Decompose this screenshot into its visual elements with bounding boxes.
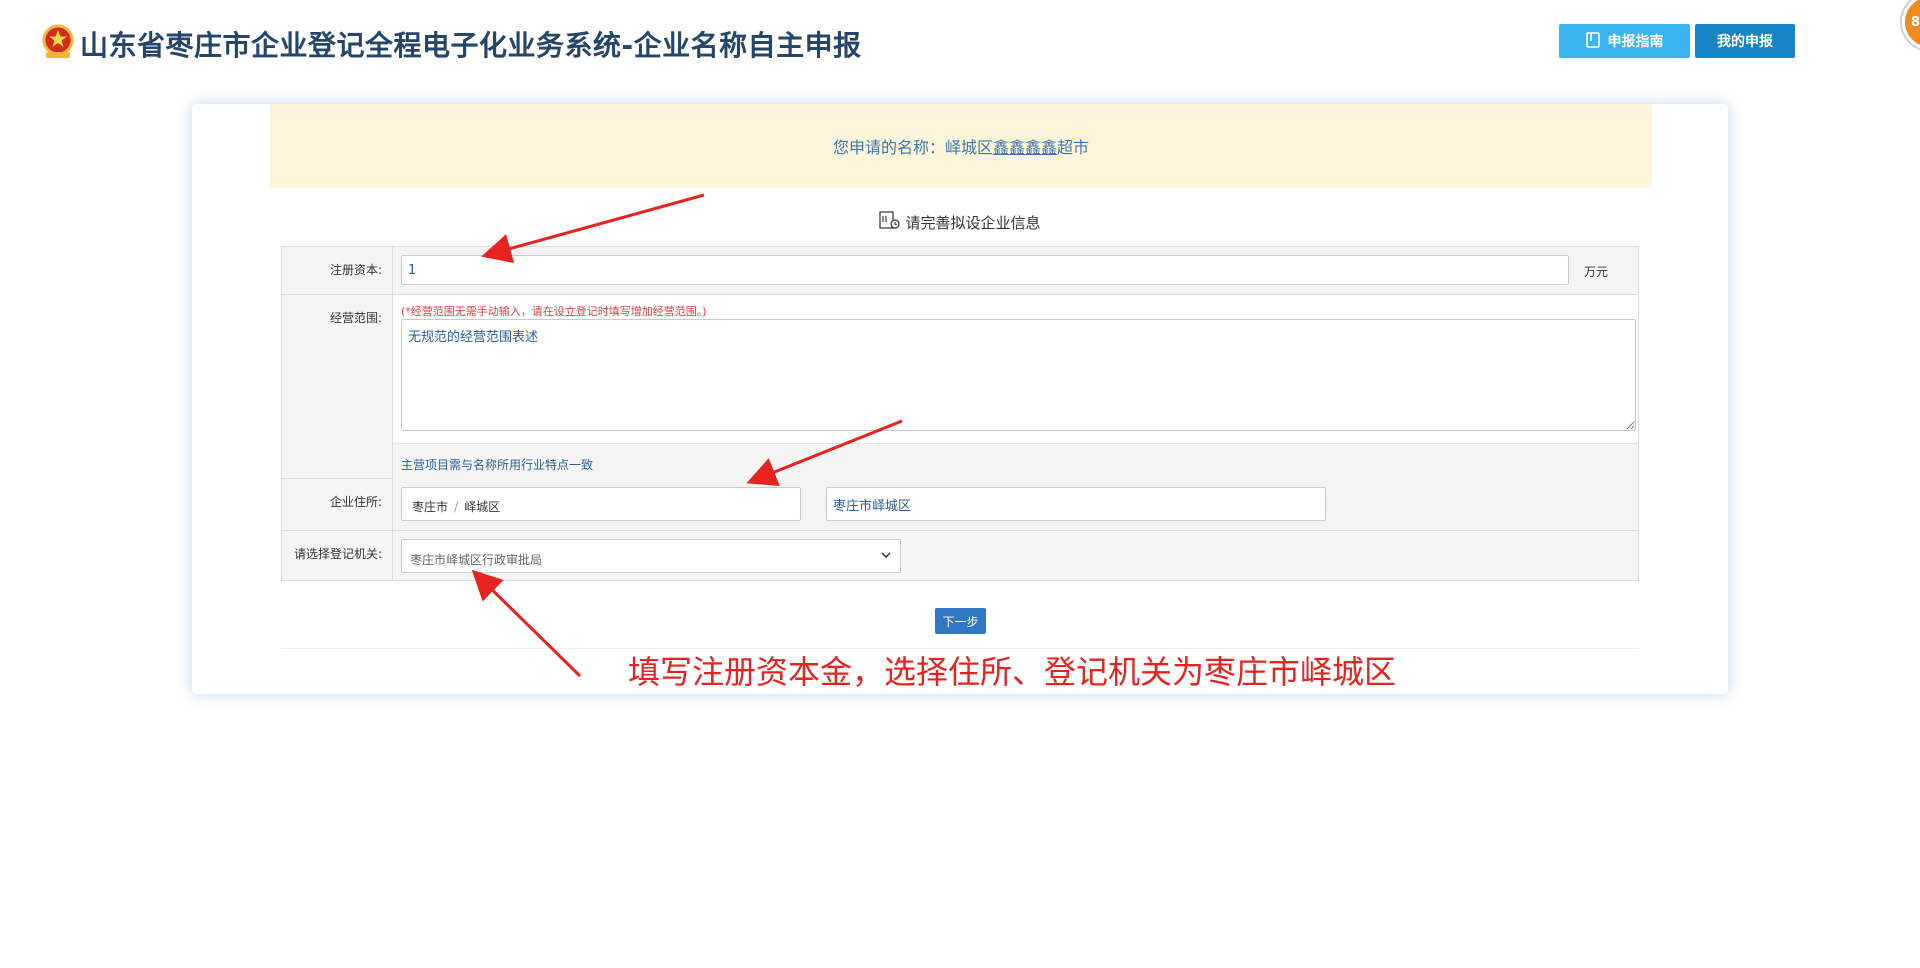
- form-row-authority: 请选择登记机关: 枣庄市峄城区行政审批局: [281, 530, 1639, 581]
- form-row-address: 企业住所: 枣庄市 / 峄城区: [281, 478, 1639, 531]
- company-info-icon: [879, 210, 901, 234]
- address-separator: /: [454, 500, 459, 514]
- section-title: 请完善拟设企业信息: [0, 210, 1920, 234]
- scope-textarea[interactable]: 无规范的经营范围表述: [401, 319, 1636, 431]
- form-row-capital: 注册资本: 万元: [281, 246, 1639, 295]
- chevron-down-icon: [880, 549, 892, 564]
- address-detail-input[interactable]: [826, 487, 1326, 521]
- applied-name-core: 鑫鑫鑫鑫: [993, 138, 1058, 157]
- page-title: 山东省枣庄市企业登记全程电子化业务系统-企业名称自主申报: [80, 29, 862, 62]
- company-info-form: 注册资本: 万元 经营范围: (*经营范围无需手动输入，请在设立登记时填写增加经…: [281, 246, 1639, 581]
- form-row-scope: 经营范围: (*经营范围无需手动输入，请在设立登记时填写增加经营范围。) 无规范…: [281, 294, 1639, 479]
- address-region-select[interactable]: 枣庄市 / 峄城区: [401, 487, 801, 521]
- address-label: 企业住所:: [281, 478, 393, 531]
- section-title-text: 请完善拟设企业信息: [905, 213, 1041, 232]
- capital-unit: 万元: [1584, 265, 1609, 279]
- book-icon: [1585, 31, 1600, 51]
- applied-name-banner: 您申请的名称： 峄城区 鑫鑫鑫鑫 超市: [270, 104, 1652, 188]
- capital-label: 注册资本:: [281, 246, 393, 295]
- authority-select[interactable]: 枣庄市峄城区行政审批局: [401, 539, 901, 573]
- instruction-annotation: 填写注册资本金，选择住所、登记机关为枣庄市峄城区: [628, 653, 1397, 691]
- authority-value: 枣庄市峄城区行政审批局: [410, 553, 543, 567]
- national-emblem-icon: [38, 22, 78, 62]
- next-step-button[interactable]: 下一步: [935, 608, 986, 634]
- scope-label: 经营范围:: [281, 294, 393, 479]
- corner-badge[interactable]: 8: [1902, 0, 1920, 50]
- scope-hint: (*经营范围无需手动输入，请在设立登记时填写增加经营范围。): [401, 305, 707, 318]
- address-city: 枣庄市: [412, 500, 449, 514]
- address-district: 峄城区: [464, 500, 501, 514]
- applied-name-suffix: 超市: [1057, 138, 1090, 157]
- guide-button-label: 申报指南: [1607, 33, 1664, 49]
- applied-name-district: 峄城区: [944, 138, 993, 157]
- applied-name-prefix: 您申请的名称：: [832, 138, 945, 157]
- authority-label: 请选择登记机关:: [281, 530, 393, 581]
- scope-footer-note: 主营项目需与名称所用行业特点一致: [393, 443, 1638, 479]
- my-applications-button[interactable]: 我的申报: [1695, 24, 1795, 58]
- guide-button[interactable]: 申报指南: [1559, 24, 1690, 58]
- capital-input[interactable]: [401, 255, 1569, 285]
